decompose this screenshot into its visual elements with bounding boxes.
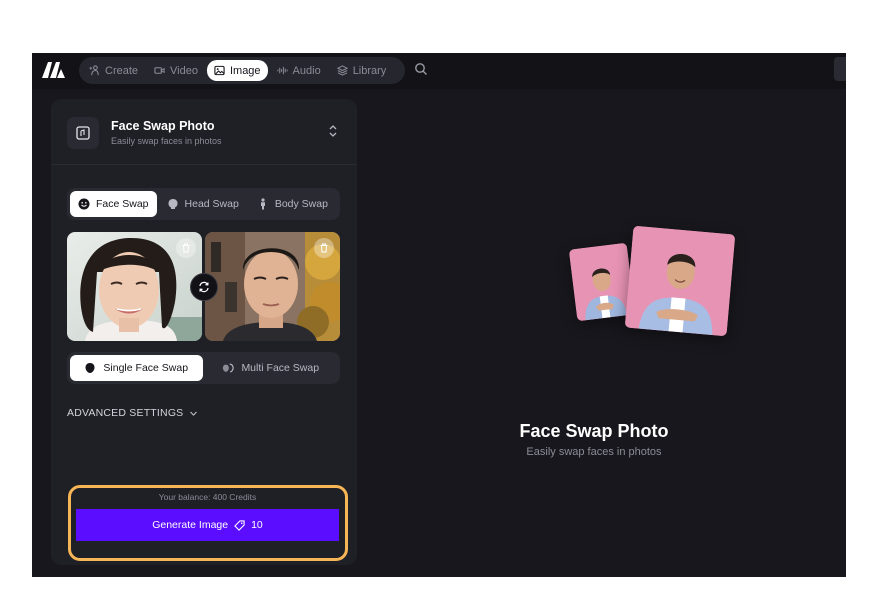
face-swap-tool-icon — [67, 117, 99, 149]
single-face-icon — [85, 363, 95, 373]
delete-source-photo-button[interactable] — [176, 238, 196, 258]
main-nav: Create Video Image Audio Library — [79, 57, 405, 84]
generate-image-button[interactable]: Generate Image 10 — [76, 509, 339, 541]
swap-arrows-icon — [199, 281, 209, 293]
tool-title: Face Swap Photo — [111, 119, 215, 133]
multi-face-icon — [223, 363, 235, 373]
nav-item-video[interactable]: Video — [147, 60, 205, 81]
layers-icon — [336, 65, 348, 76]
tab-single-face-swap[interactable]: Single Face Swap — [70, 355, 203, 381]
tab-label: Head Swap — [184, 198, 239, 210]
nav-item-library[interactable]: Library — [330, 60, 394, 81]
tab-head-swap[interactable]: Head Swap — [159, 191, 247, 217]
top-navigation-bar: Create Video Image Audio Library — [32, 53, 846, 89]
trash-icon — [182, 243, 190, 253]
audio-wave-icon — [276, 66, 288, 75]
body-icon — [260, 198, 265, 210]
face-mode-tabs: Single Face Swap Multi Face Swap — [67, 352, 340, 384]
tab-label: Single Face Swap — [103, 362, 189, 374]
video-icon — [154, 67, 165, 74]
tab-body-swap[interactable]: Body Swap — [249, 191, 336, 217]
preview-area: Face Swap Photo Easily swap faces in pho… — [357, 89, 846, 577]
balance-text: Your balance: 400 Credits — [158, 492, 257, 502]
target-photo[interactable] — [205, 232, 340, 341]
nav-item-audio[interactable]: Audio — [270, 60, 328, 81]
delete-target-photo-button[interactable] — [314, 238, 334, 258]
advanced-settings-toggle[interactable]: ADVANCED SETTINGS — [67, 407, 198, 419]
tab-face-swap[interactable]: Face Swap — [70, 191, 157, 217]
generate-button-label: Generate Image — [152, 519, 229, 531]
generate-section-highlight: Your balance: 400 Credits Generate Image… — [68, 485, 348, 561]
nav-item-image[interactable]: Image — [206, 60, 268, 81]
tab-multi-face-swap[interactable]: Multi Face Swap — [205, 355, 338, 381]
app-window: Create Video Image Audio Library Face Sw… — [32, 53, 846, 577]
nav-item-label: Library — [352, 64, 387, 77]
chevron-up-down-icon[interactable] — [327, 124, 339, 138]
nav-item-label: Video — [170, 64, 198, 77]
tool-subtitle: Easily swap faces in photos — [111, 136, 222, 146]
settings-panel: Face Swap Photo Easily swap faces in pho… — [51, 99, 357, 565]
source-photo[interactable] — [67, 232, 202, 341]
generate-cost: 10 — [251, 519, 263, 531]
head-icon — [168, 199, 178, 209]
smile-icon — [78, 198, 90, 210]
preview-thumbnail-small — [568, 242, 636, 322]
credit-tag-icon — [234, 519, 245, 531]
nav-item-create[interactable]: Create — [82, 60, 145, 81]
preview-thumbnail-large — [624, 225, 736, 337]
tool-selector[interactable]: Face Swap Photo Easily swap faces in pho… — [51, 99, 357, 165]
nav-item-label: Image — [229, 64, 261, 77]
search-icon[interactable] — [414, 62, 428, 76]
preview-title: Face Swap Photo — [519, 421, 669, 441]
trash-icon — [320, 243, 328, 253]
sparkle-person-icon — [89, 65, 99, 76]
app-logo-icon[interactable] — [41, 60, 67, 80]
preview-subtitle: Easily swap faces in photos — [526, 446, 662, 458]
chevron-down-icon — [190, 411, 198, 416]
swap-type-tabs: Face Swap Head Swap Body Swap — [67, 188, 340, 220]
swap-photos-button[interactable] — [190, 273, 218, 301]
tab-label: Face Swap — [96, 198, 149, 210]
tab-label: Body Swap — [274, 198, 328, 210]
account-button[interactable] — [834, 57, 846, 81]
nav-item-label: Create — [105, 64, 139, 77]
image-icon — [214, 65, 225, 76]
nav-item-label: Audio — [292, 64, 321, 77]
tab-label: Multi Face Swap — [241, 362, 320, 374]
advanced-settings-label: ADVANCED SETTINGS — [67, 407, 184, 419]
